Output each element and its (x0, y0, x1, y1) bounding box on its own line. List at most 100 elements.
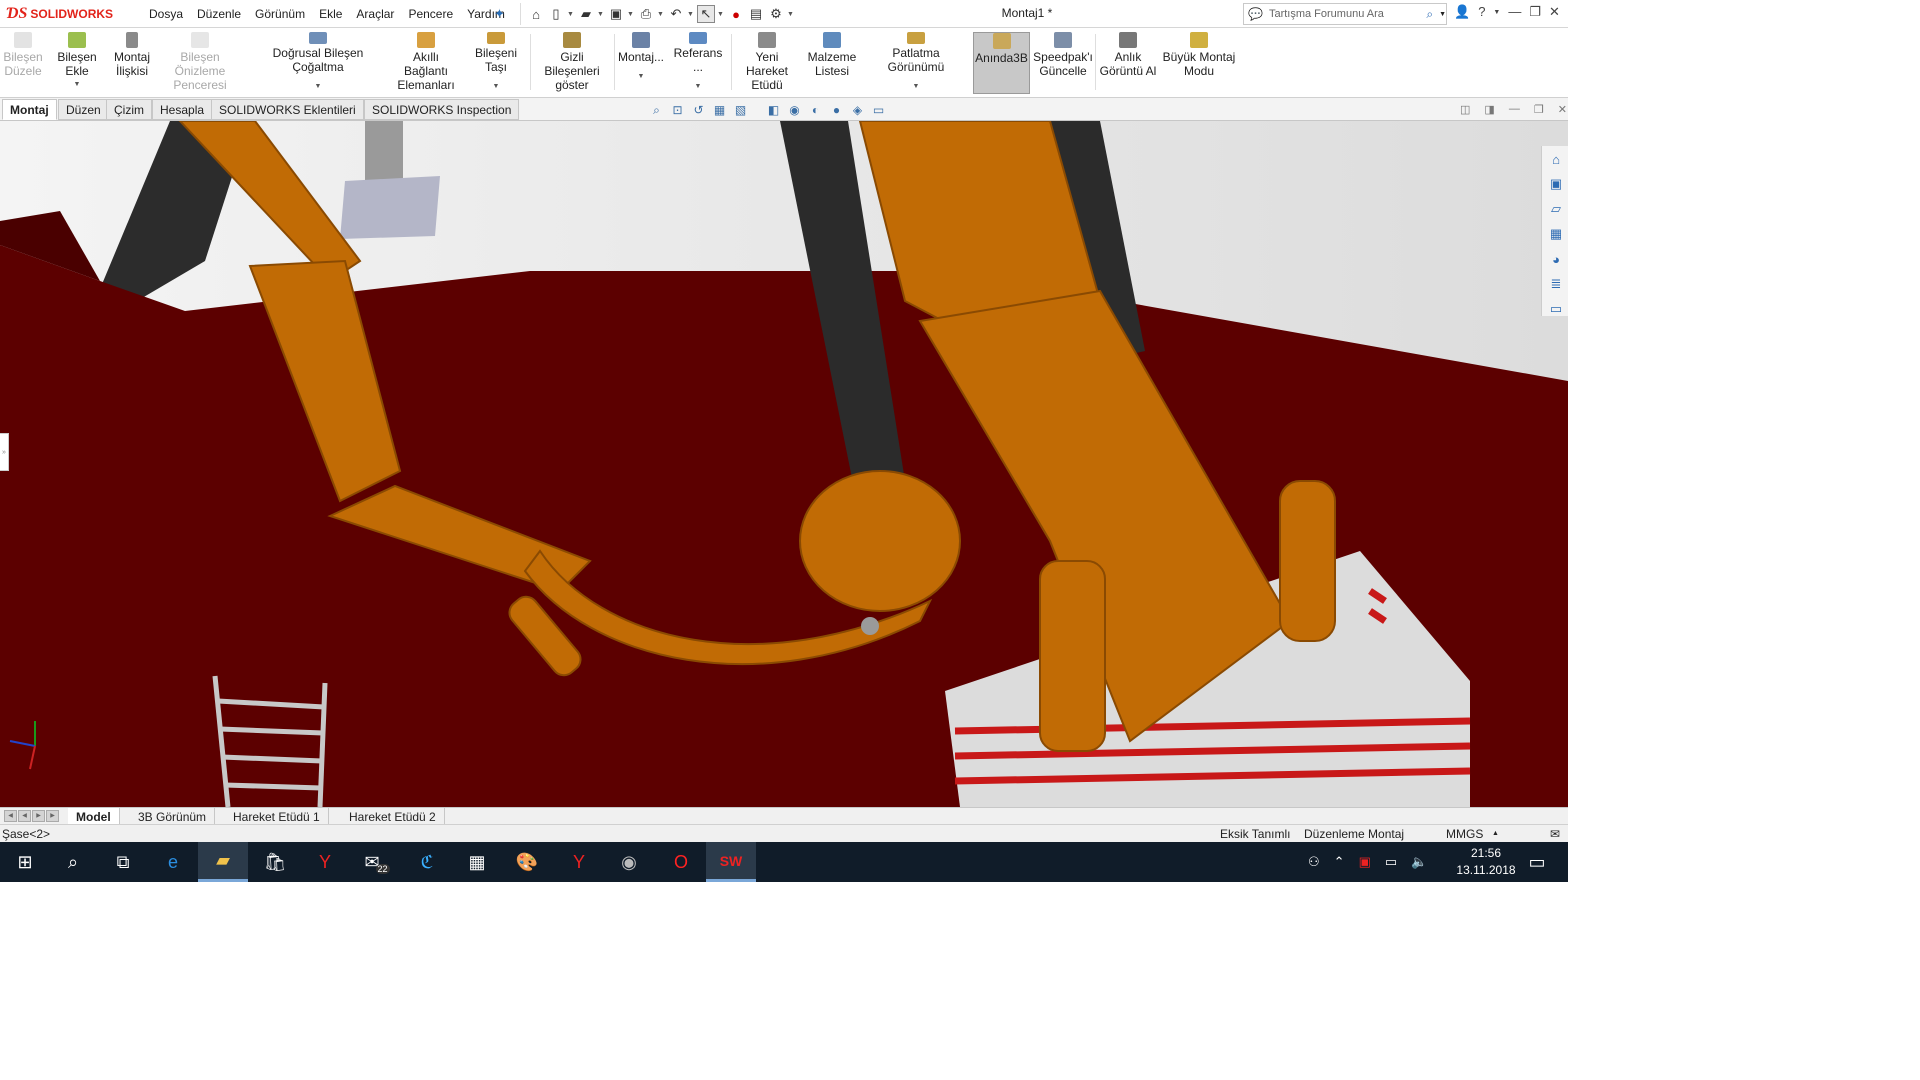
montaj-features-dropdown-icon[interactable]: ▼ (638, 70, 645, 84)
edge-browser-icon[interactable]: e (148, 842, 198, 882)
bilesen-ekle-button[interactable]: Bileşen Ekle ▼ (46, 32, 108, 94)
task-view-icon[interactable]: ⧉ (98, 842, 148, 882)
help-dropdown-icon[interactable]: ▼ (1493, 4, 1500, 22)
tab-3b-gorunum[interactable]: 3B Görünüm (130, 808, 216, 825)
viewport-close-icon[interactable]: ✕ (1558, 103, 1567, 116)
yeni-hareket-button[interactable]: Yeni Hareket Etüdü (734, 32, 800, 94)
start-windows-icon[interactable]: ⊞ (0, 842, 50, 882)
people-icon[interactable]: ⚇ (1308, 854, 1320, 870)
file-properties-icon[interactable]: ▤ (747, 5, 765, 23)
menu-gorunum[interactable]: Görünüm (248, 7, 312, 21)
solidworks-logo[interactable]: ƊS SOLIDWORKS (6, 2, 124, 26)
tab-cizim[interactable]: Çizim (106, 99, 152, 120)
store-icon[interactable]: 🛍 (250, 842, 300, 882)
search-dropdown-icon[interactable]: ▼ (1439, 11, 1446, 18)
montaj-iliskisi-button[interactable]: Montaj İlişkisi (112, 32, 152, 94)
solidworks-taskbar-icon[interactable]: SW (706, 842, 756, 882)
opera-icon[interactable]: O (656, 842, 706, 882)
options-dropdown-icon[interactable]: ▼ (787, 11, 795, 18)
yandex-browser-icon[interactable]: Y (554, 842, 604, 882)
new-document-icon[interactable]: ▯ (547, 5, 565, 23)
bilesen-ekle-dropdown-icon[interactable]: ▼ (74, 78, 81, 92)
tab-montaj[interactable]: Montaj (2, 99, 57, 120)
tab-eklentiler[interactable]: SOLIDWORKS Eklentileri (211, 99, 364, 120)
tab-duzen[interactable]: Düzen (58, 99, 109, 120)
minimize-icon[interactable]: — (1508, 4, 1521, 22)
menu-pencere[interactable]: Pencere (401, 7, 460, 21)
units-status[interactable]: MMGS (1446, 827, 1483, 841)
tab-hareket-2[interactable]: Hareket Etüdü 2 (341, 808, 445, 825)
forum-search-input[interactable]: 💬 Tartışma Forumunu Ara ⌕ ▼ (1243, 3, 1447, 25)
tab-inspection[interactable]: SOLIDWORKS Inspection (364, 99, 520, 120)
search-icon[interactable]: ⌕ (1426, 7, 1433, 22)
prev-tab-icon[interactable]: ◀ (18, 810, 31, 822)
close-icon[interactable]: ✕ (1549, 4, 1560, 22)
zoom-to-area-icon[interactable]: ⊡ (669, 102, 686, 119)
bileseni-tasi-button[interactable]: Bileşeni Taşı ▼ (466, 32, 526, 94)
view-orientation-icon[interactable]: ◧ (765, 102, 782, 119)
design-library-icon[interactable]: ▣ (1545, 173, 1567, 195)
save-icon[interactable]: ▣ (607, 5, 625, 23)
tray-chevron-icon[interactable]: ⌃ (1334, 854, 1345, 870)
malzeme-listesi-button[interactable]: Malzeme Listesi (804, 32, 860, 94)
tile-left-icon[interactable]: ◫ (1460, 103, 1470, 116)
battery-icon[interactable]: ▭ (1385, 854, 1397, 870)
montaj-features-button[interactable]: Montaj... ▼ (618, 32, 664, 94)
speedpak-button[interactable]: Speedpak'ı Güncelle (1033, 32, 1093, 94)
paint-icon[interactable]: 🎨 (502, 842, 552, 882)
hide-show-icon[interactable]: ◐ (807, 102, 824, 119)
anlik-goruntu-button[interactable]: Anlık Görüntü Al (1098, 32, 1158, 94)
rebuild-icon[interactable]: ● (727, 5, 745, 23)
undo-icon[interactable]: ↶ (667, 5, 685, 23)
calculator-icon[interactable]: ▦ (452, 842, 502, 882)
yandex-icon[interactable]: Y (300, 842, 350, 882)
viewport-minimize-icon[interactable]: — (1509, 103, 1520, 116)
menu-dosya[interactable]: Dosya (142, 7, 190, 21)
menu-ekle[interactable]: Ekle (312, 7, 349, 21)
tab-hesapla[interactable]: Hesapla (152, 99, 213, 120)
options-gear-icon[interactable]: ⚙ (767, 5, 785, 23)
first-tab-icon[interactable]: ◀ (4, 810, 17, 822)
aninda3b-button[interactable]: Anında3B (973, 32, 1030, 94)
tab-hareket-1[interactable]: Hareket Etüdü 1 (225, 808, 329, 825)
file-explorer-icon[interactable]: ▱ (1545, 198, 1567, 220)
scene-icon[interactable]: ◈ (849, 102, 866, 119)
menu-araclar[interactable]: Araçlar (349, 7, 401, 21)
bileseni-tasi-dropdown-icon[interactable]: ▼ (493, 80, 500, 94)
referans-dropdown-icon[interactable]: ▼ (695, 80, 702, 94)
search-icon[interactable]: ⌕ (48, 842, 98, 882)
referans-button[interactable]: Referans ... ▼ (668, 32, 728, 94)
solidworks-resources-icon[interactable]: ⌂ (1545, 148, 1567, 170)
custom-properties-icon[interactable]: ≣ (1545, 273, 1567, 295)
mail-icon[interactable]: ✉ 22 (352, 842, 402, 882)
appearance-icon[interactable]: ● (828, 102, 845, 119)
section-view-icon[interactable]: ▦ (711, 102, 728, 119)
gizli-bilesenler-button[interactable]: Gizli Bileşenleri göster (534, 32, 610, 94)
appearances-icon[interactable]: ◕ (1545, 248, 1567, 270)
open-dropdown-icon[interactable]: ▼ (597, 11, 605, 18)
next-tab-icon[interactable]: ▶ (32, 810, 45, 822)
buyuk-montaj-button[interactable]: Büyük Montaj Modu (1162, 32, 1236, 94)
help-icon[interactable]: ? (1478, 4, 1485, 22)
patlatma-dropdown-icon[interactable]: ▼ (913, 80, 920, 94)
user-icon[interactable]: 👤 (1454, 4, 1470, 22)
save-dropdown-icon[interactable]: ▼ (627, 11, 635, 18)
open-folder-icon[interactable]: ▰ (577, 5, 595, 23)
menu-duzenle[interactable]: Düzenle (190, 7, 248, 21)
home-icon[interactable]: ⌂ (527, 5, 545, 23)
print-icon[interactable]: ⎙ (637, 5, 655, 23)
view-settings-icon[interactable]: ▭ (870, 102, 887, 119)
feature-manager-handle[interactable]: » (0, 433, 9, 471)
bilesen-duzele-button[interactable]: Bileşen Düzele (3, 32, 43, 94)
system-clock[interactable]: 21:56 13.11.2018 (1452, 845, 1520, 879)
volume-icon[interactable]: 🔈 (1411, 854, 1427, 870)
bilesen-onizleme-button[interactable]: Bileşen Önizleme Penceresi (156, 32, 244, 94)
file-explorer-icon[interactable]: ▰ (198, 842, 248, 882)
pin-icon[interactable]: ✦ (494, 6, 505, 22)
view-palette-icon[interactable]: ▦ (1545, 223, 1567, 245)
dogrusal-dropdown-icon[interactable]: ▼ (315, 80, 322, 94)
graphics-area[interactable] (0, 121, 1568, 807)
disc-icon[interactable]: ◉ (604, 842, 654, 882)
viewport-restore-icon[interactable]: ❐ (1534, 103, 1544, 116)
tooltip-icon[interactable]: ✉ (1550, 827, 1560, 841)
